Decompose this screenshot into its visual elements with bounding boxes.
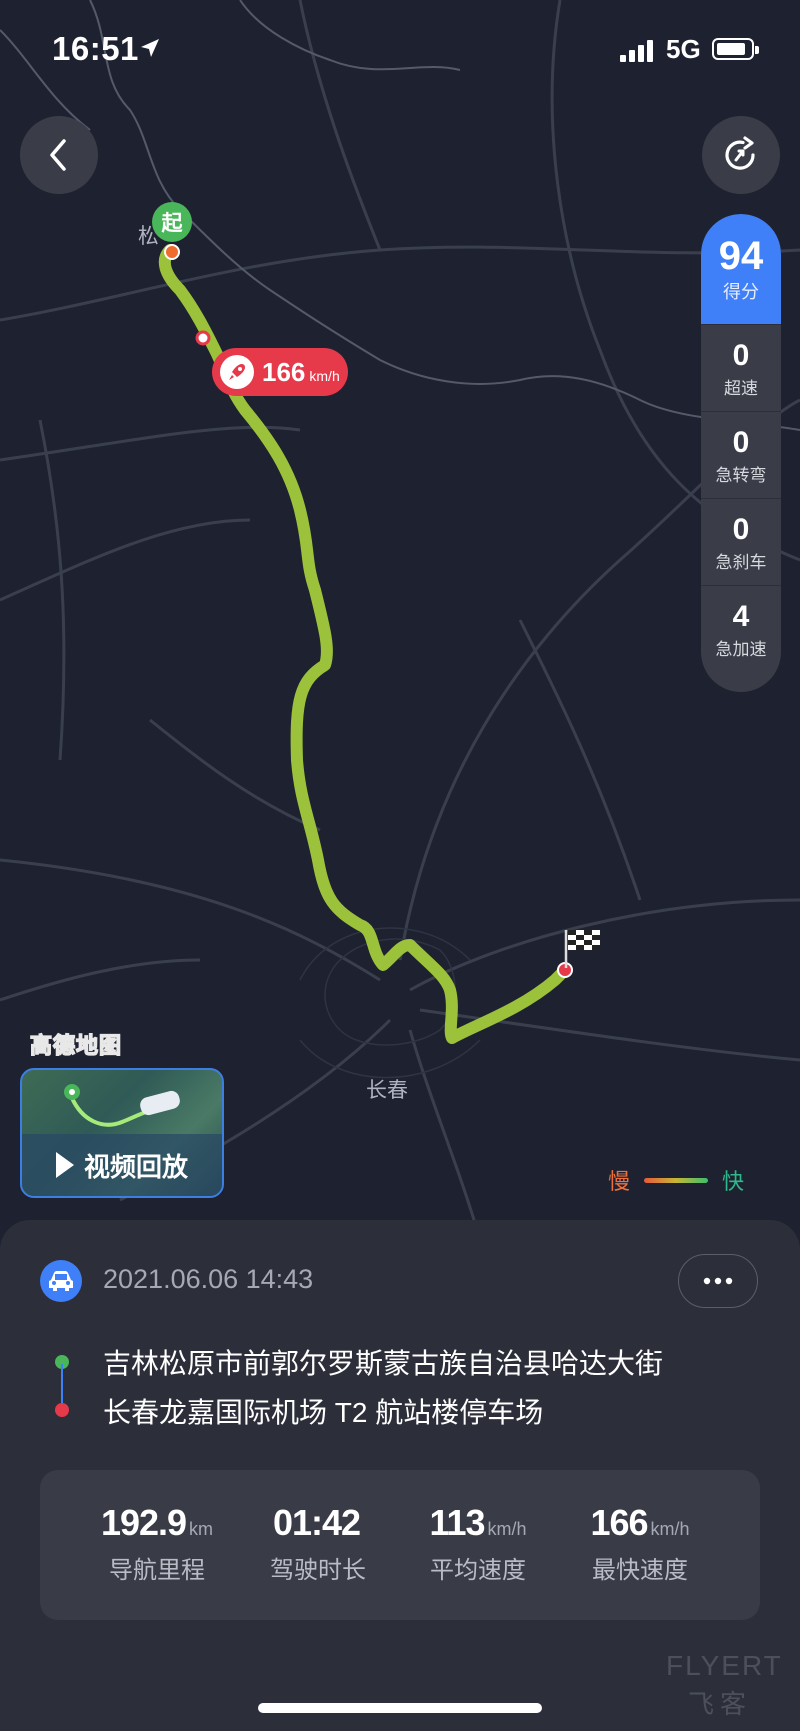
home-indicator[interactable] (258, 1703, 542, 1713)
stat-unit: km/h (650, 1519, 690, 1539)
stat-average-speed: 113 km/h 平均速度 (403, 1502, 553, 1585)
video-replay-label: 视频回放 (83, 1151, 188, 1182)
stat-unit: km/h (487, 1519, 527, 1539)
max-speed-bubble: 166 km/h (212, 348, 348, 396)
start-location: 吉林松原市前郭尔罗斯蒙古族自治县哈达大街 (103, 1348, 664, 1379)
stat-label: 平均速度 (430, 1557, 526, 1584)
metric-label: 急刹车 (715, 552, 767, 572)
share-refresh-icon (725, 136, 755, 170)
max-speed-unit: km/h (309, 368, 340, 384)
score-value: 94 (718, 234, 764, 278)
car-thumbnail-icon (140, 1090, 180, 1116)
video-replay-button[interactable]: 视频回放 (20, 1068, 224, 1198)
stat-top-speed: 166 km/h 最快速度 (565, 1502, 715, 1585)
car-icon (40, 1260, 82, 1302)
legend-fast-label: 快 (722, 1169, 745, 1194)
stat-label: 导航里程 (109, 1557, 205, 1584)
start-marker: 起 (152, 202, 192, 242)
stat-unit: km (189, 1519, 214, 1539)
metric-label: 急加速 (715, 639, 767, 659)
score-label: 得分 (723, 282, 759, 302)
metric-value: 0 (732, 338, 750, 372)
metric-rapid-accel: 4 急加速 (701, 585, 781, 672)
stat-value: 192.9 (100, 1502, 187, 1543)
driving-score-panel: 94 得分 0 超速 0 急转弯 0 急刹车 4 急加速 (701, 214, 781, 692)
stat-value: 166 (590, 1502, 648, 1543)
end-dot (55, 1403, 69, 1417)
metric-value: 0 (732, 512, 750, 546)
metric-value: 4 (732, 599, 750, 633)
route-connector (61, 1364, 63, 1408)
status-bar: 16:51 5G (0, 0, 800, 100)
watermark-latin: FLYERT (666, 1650, 783, 1681)
score-block: 94 得分 (701, 214, 781, 324)
speed-legend: 慢 快 (608, 1164, 744, 1196)
map-view[interactable]: 松 长春 起 166 km/h 高德地图 视频回放 慢 快 (0, 0, 800, 1240)
back-button[interactable] (20, 116, 98, 194)
metric-hard-brake: 0 急刹车 (701, 498, 781, 585)
end-location: 长春龙嘉国际机场 T2 航站楼停车场 (103, 1397, 544, 1428)
stat-distance: 192.9 km 导航里程 (82, 1502, 232, 1585)
metric-value: 0 (732, 425, 750, 459)
watermark-chinese: 飞客 (688, 1689, 753, 1719)
trip-datetime: 2021.06.06 14:43 (103, 1264, 314, 1294)
stat-value: 01:42 (272, 1502, 361, 1543)
cellular-signal-icon (620, 40, 653, 62)
amap-logo: 高德地图 (29, 1032, 123, 1058)
share-button[interactable] (702, 116, 780, 194)
max-speed-value: 166 (262, 356, 306, 387)
rocket-icon (220, 355, 254, 389)
location-arrow-icon (141, 39, 159, 57)
trip-stats-card: 192.9 km 导航里程 01:42 驾驶时长 113 km/h 平均速度 166… (40, 1470, 760, 1620)
max-speed-point (195, 330, 211, 346)
metric-speeding: 0 超速 (701, 324, 781, 411)
chevron-left-icon (50, 139, 66, 171)
stat-value: 113 (429, 1502, 485, 1543)
battery-icon (712, 38, 759, 60)
more-icon (703, 1277, 733, 1285)
status-time: 16:51 (52, 30, 139, 67)
legend-gradient-bar (644, 1177, 709, 1183)
start-point (164, 244, 180, 260)
stat-label: 驾驶时长 (270, 1557, 366, 1584)
video-thumbnail (64, 1084, 180, 1127)
stat-duration: 01:42 驾驶时长 (243, 1502, 393, 1585)
network-type: 5G (666, 34, 701, 64)
finish-flag-icon (564, 930, 600, 968)
metric-label: 急转弯 (715, 465, 767, 485)
play-icon (55, 1152, 74, 1178)
metric-sharp-turn: 0 急转弯 (701, 411, 781, 498)
legend-slow-label: 慢 (608, 1169, 631, 1194)
metric-label: 超速 (724, 378, 758, 398)
end-city-label: 长春 (366, 1079, 408, 1102)
stat-label: 最快速度 (592, 1557, 688, 1584)
more-options-button[interactable] (678, 1254, 758, 1308)
